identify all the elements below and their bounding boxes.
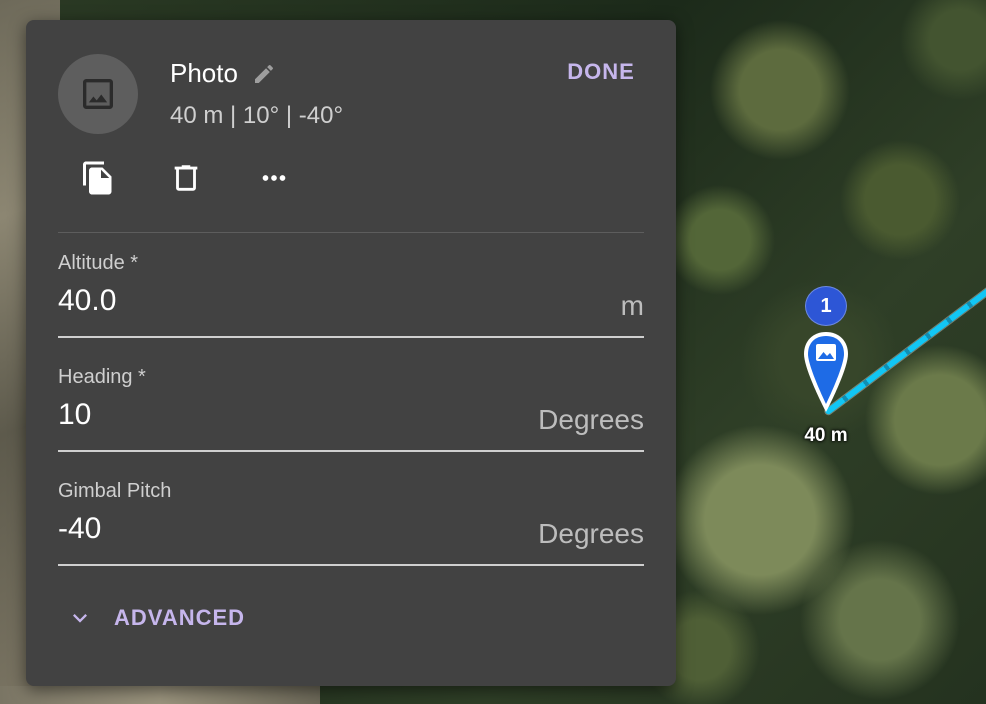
altitude-label: Altitude * — [58, 252, 139, 274]
waypoint-number-badge[interactable]: 1 — [805, 286, 847, 326]
action-title: Photo — [170, 58, 276, 89]
chevron-down-icon — [73, 614, 87, 623]
heading-label: Heading * — [58, 366, 146, 388]
copy-icon — [83, 161, 112, 195]
image-icon — [83, 79, 113, 109]
action-title-text: Photo — [170, 58, 238, 88]
gimbal-pitch-underline — [58, 564, 644, 566]
more-horizontal-icon — [262, 175, 286, 181]
trash-icon — [174, 165, 198, 191]
heading-unit: Degrees — [538, 404, 644, 435]
gimbal-pitch-label: Gimbal Pitch — [58, 480, 172, 502]
done-button[interactable]: DONE — [546, 52, 656, 92]
waypoint-altitude-label: 40 m — [804, 425, 848, 446]
advanced-toggle[interactable]: ADVANCED — [66, 604, 245, 632]
image-icon — [816, 344, 836, 361]
gimbal-pitch-field: Gimbal Pitch Degrees — [58, 480, 644, 572]
gimbal-pitch-input[interactable] — [58, 512, 498, 546]
heading-field: Heading * Degrees — [58, 366, 644, 458]
altitude-input[interactable] — [58, 284, 498, 318]
action-type-avatar — [58, 54, 138, 134]
altitude-field: Altitude * m — [58, 252, 644, 344]
duplicate-button[interactable] — [76, 156, 120, 200]
map-terrain-bottom — [0, 686, 320, 704]
waypoint-edit-panel: Photo 40 m | 10° | -40° DONE Altitude * — [26, 20, 676, 686]
action-summary: 40 m | 10° | -40° — [170, 102, 344, 129]
heading-underline — [58, 450, 644, 452]
action-toolbar — [76, 156, 296, 200]
delete-button[interactable] — [164, 156, 208, 200]
gimbal-pitch-unit: Degrees — [538, 518, 644, 549]
header-divider — [58, 232, 644, 233]
photo-waypoint-marker[interactable] — [802, 330, 850, 414]
altitude-unit: m — [620, 290, 644, 321]
altitude-underline — [58, 336, 644, 338]
pencil-icon[interactable] — [252, 62, 276, 86]
more-options-button[interactable] — [252, 156, 296, 200]
advanced-label: ADVANCED — [114, 605, 246, 630]
heading-input[interactable] — [58, 398, 498, 432]
